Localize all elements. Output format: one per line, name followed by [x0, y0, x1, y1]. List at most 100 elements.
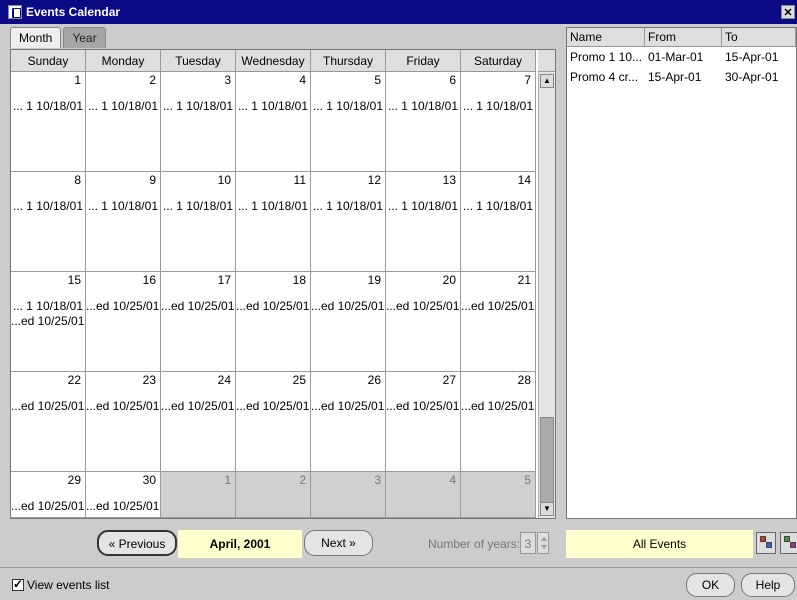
calendar-day[interactable]: 19 ...ed 10/25/01	[311, 272, 386, 372]
day-event[interactable]: ... 1 10/18/01	[311, 199, 385, 213]
years-spinner[interactable]	[537, 532, 549, 554]
day-event[interactable]: ... 1 10/18/01	[236, 199, 310, 213]
day-event[interactable]: ...ed 10/25/01	[461, 399, 535, 413]
calendar-day[interactable]: 16 ...ed 10/25/01	[86, 272, 161, 372]
tab-year[interactable]: Year	[63, 27, 106, 48]
calendar-day[interactable]: 4 ... 1 10/18/01	[236, 72, 311, 172]
event-row[interactable]: Promo 1 10... 01-Mar-01 15-Apr-01	[567, 47, 796, 67]
event-to: 15-Apr-01	[725, 50, 779, 64]
event-name: Promo 1 10...	[570, 50, 643, 64]
day-event[interactable]: ... 1 10/18/01	[161, 199, 235, 213]
day-event[interactable]: ... 1 10/18/01	[461, 199, 535, 213]
calendar-scrollbar[interactable]: ▲ ▼	[538, 72, 555, 518]
calendar-day[interactable]: 14 ... 1 10/18/01	[461, 172, 536, 272]
calendar-day[interactable]: 26 ...ed 10/25/01	[311, 372, 386, 472]
calendar-day[interactable]: 13 ... 1 10/18/01	[386, 172, 461, 272]
day-number: 2	[149, 73, 156, 87]
calendar-day[interactable]: 24 ...ed 10/25/01	[161, 372, 236, 472]
column-from[interactable]: From	[645, 28, 722, 46]
scroll-up-icon[interactable]: ▲	[540, 74, 554, 88]
day-event[interactable]: ...ed 10/25/01	[11, 314, 85, 328]
help-button[interactable]: Help	[741, 573, 795, 597]
day-event[interactable]: ...ed 10/25/01	[386, 399, 460, 413]
calendar-day[interactable]: 11 ... 1 10/18/01	[236, 172, 311, 272]
column-to[interactable]: To	[722, 28, 796, 46]
previous-button[interactable]: « Previous	[97, 530, 177, 556]
calendar-day[interactable]: 8 ... 1 10/18/01	[11, 172, 86, 272]
tab-month[interactable]: Month	[10, 27, 62, 48]
years-field[interactable]: 3	[520, 532, 536, 554]
calendar-day[interactable]: 23 ...ed 10/25/01	[86, 372, 161, 472]
calendar-day-other-month[interactable]: 4	[386, 472, 461, 518]
calendar-day[interactable]: 15 ... 1 10/18/01 ...ed 10/25/01	[11, 272, 86, 372]
years-label: Number of years:	[428, 537, 521, 551]
day-event[interactable]: ... 1 10/18/01	[86, 199, 160, 213]
scroll-down-icon[interactable]: ▼	[540, 502, 554, 516]
day-event[interactable]: ... 1 10/18/01	[11, 99, 85, 113]
calendar-day[interactable]: 2 ... 1 10/18/01	[86, 72, 161, 172]
day-event[interactable]: ... 1 10/18/01	[11, 199, 85, 213]
ok-button[interactable]: OK	[686, 573, 735, 597]
day-number: 30	[142, 473, 156, 487]
day-event[interactable]: ... 1 10/18/01	[386, 199, 460, 213]
column-name[interactable]: Name	[567, 28, 645, 46]
calendar-day[interactable]: 3 ... 1 10/18/01	[161, 72, 236, 172]
day-event[interactable]: ...ed 10/25/01	[161, 299, 235, 313]
day-event[interactable]: ...ed 10/25/01	[11, 399, 85, 413]
day-event[interactable]: ... 1 10/18/01	[161, 99, 235, 113]
day-number: 6	[449, 73, 456, 87]
calendar-day[interactable]: 27 ...ed 10/25/01	[386, 372, 461, 472]
event-filter-field[interactable]: All Events	[566, 530, 753, 558]
day-event[interactable]: ... 1 10/18/01	[311, 99, 385, 113]
filter-picker-icon[interactable]	[756, 532, 776, 554]
next-button[interactable]: Next »	[304, 530, 373, 556]
day-event[interactable]: ... 1 10/18/01	[11, 299, 85, 313]
calendar-day[interactable]: 7 ... 1 10/18/01	[461, 72, 536, 172]
calendar-day[interactable]: 20 ...ed 10/25/01	[386, 272, 461, 372]
day-number: 19	[367, 273, 381, 287]
calendar-day[interactable]: 18 ...ed 10/25/01	[236, 272, 311, 372]
event-row[interactable]: Promo 4 cr... 15-Apr-01 30-Apr-01	[567, 67, 796, 87]
calendar-day-other-month[interactable]: 2	[236, 472, 311, 518]
calendar-day[interactable]: 21 ...ed 10/25/01	[461, 272, 536, 372]
scroll-thumb[interactable]	[540, 417, 554, 503]
calendar-day[interactable]: 1 ... 1 10/18/01	[11, 72, 86, 172]
filter-edit-icon[interactable]	[780, 532, 797, 554]
calendar-day[interactable]: 5 ... 1 10/18/01	[311, 72, 386, 172]
day-event[interactable]: ...ed 10/25/01	[461, 299, 535, 313]
calendar-day[interactable]: 29 ...ed 10/25/01	[11, 472, 86, 518]
day-event[interactable]: ...ed 10/25/01	[86, 499, 160, 513]
calendar-day[interactable]: 12 ... 1 10/18/01	[311, 172, 386, 272]
day-event[interactable]: ...ed 10/25/01	[86, 299, 160, 313]
day-event[interactable]: ... 1 10/18/01	[386, 99, 460, 113]
calendar-day-other-month[interactable]: 5	[461, 472, 536, 518]
weekday-header-cell: Thursday	[311, 50, 386, 72]
calendar-day[interactable]: 25 ...ed 10/25/01	[236, 372, 311, 472]
calendar-day[interactable]: 22 ...ed 10/25/01	[11, 372, 86, 472]
day-event[interactable]: ...ed 10/25/01	[236, 399, 310, 413]
day-event[interactable]: ...ed 10/25/01	[86, 399, 160, 413]
day-event[interactable]: ...ed 10/25/01	[11, 499, 85, 513]
day-event[interactable]: ... 1 10/18/01	[236, 99, 310, 113]
day-event[interactable]: ...ed 10/25/01	[311, 399, 385, 413]
calendar-day[interactable]: 9 ... 1 10/18/01	[86, 172, 161, 272]
day-event[interactable]: ...ed 10/25/01	[236, 299, 310, 313]
calendar-day[interactable]: 6 ... 1 10/18/01	[386, 72, 461, 172]
calendar-day[interactable]: 10 ... 1 10/18/01	[161, 172, 236, 272]
day-number: 26	[367, 373, 381, 387]
day-event[interactable]: ... 1 10/18/01	[86, 99, 160, 113]
view-events-checkbox[interactable]	[12, 577, 24, 591]
day-event[interactable]: ... 1 10/18/01	[461, 99, 535, 113]
calendar-day[interactable]: 17 ...ed 10/25/01	[161, 272, 236, 372]
day-event[interactable]: ...ed 10/25/01	[161, 399, 235, 413]
calendar-day[interactable]: 28 ...ed 10/25/01	[461, 372, 536, 472]
view-events-toggle[interactable]: View events list	[12, 577, 109, 592]
calendar-day-other-month[interactable]: 1	[161, 472, 236, 518]
day-event[interactable]: ...ed 10/25/01	[311, 299, 385, 313]
close-icon[interactable]: ✕	[781, 5, 795, 19]
day-number: 25	[292, 373, 306, 387]
calendar-day-other-month[interactable]: 3	[311, 472, 386, 518]
calendar-day[interactable]: 30 ...ed 10/25/01	[86, 472, 161, 518]
day-number: 3	[224, 73, 231, 87]
day-event[interactable]: ...ed 10/25/01	[386, 299, 460, 313]
